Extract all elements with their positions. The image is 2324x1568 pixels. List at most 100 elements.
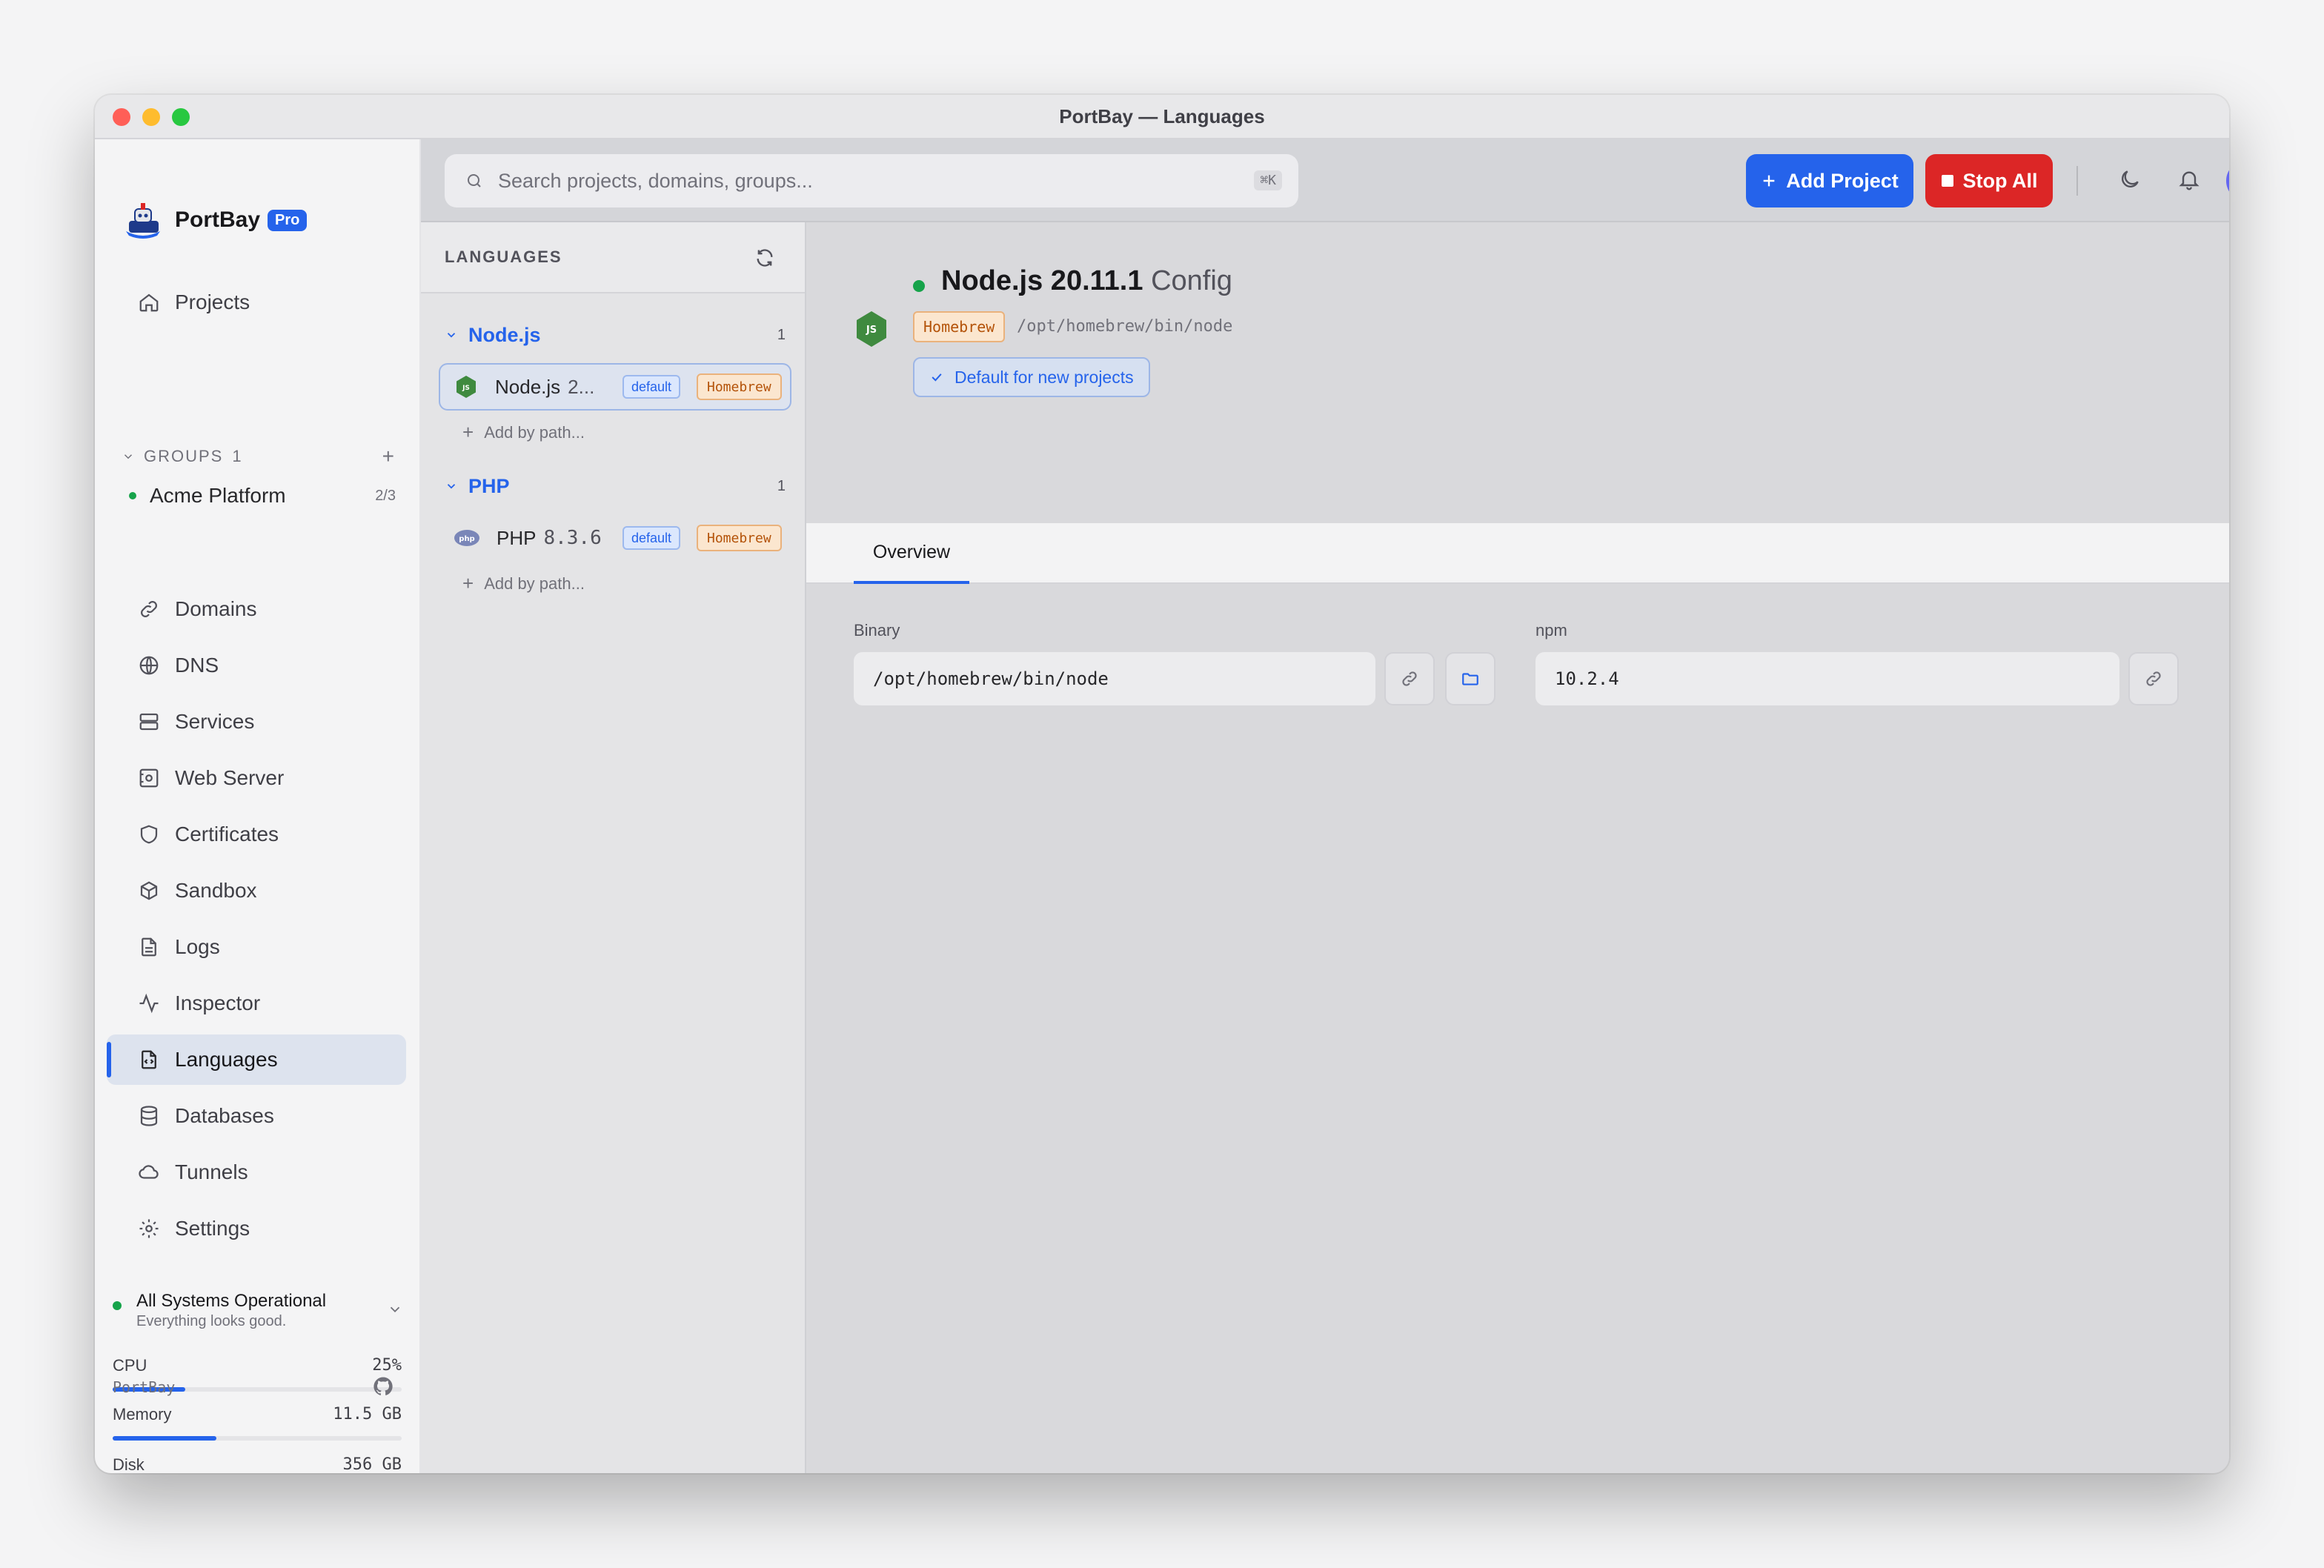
chevron-down-icon bbox=[447, 484, 456, 489]
language-item-nodejs[interactable]: JS Node.js 2... default Homebrew bbox=[439, 363, 791, 411]
plus-icon bbox=[1761, 173, 1777, 189]
languages-panel-header: LANGUAGES bbox=[421, 222, 805, 293]
nav-inspector[interactable]: Inspector bbox=[107, 978, 406, 1029]
file-text-icon bbox=[136, 934, 162, 960]
nav-services-label: Services bbox=[175, 710, 255, 733]
nav-sandbox-label: Sandbox bbox=[175, 879, 257, 902]
link-icon bbox=[136, 597, 162, 622]
tab-overview[interactable]: Overview bbox=[854, 523, 969, 584]
language-group-php[interactable]: PHP 1 bbox=[445, 471, 786, 501]
language-group-nodejs[interactable]: Node.js 1 bbox=[445, 320, 786, 350]
binary-label: Binary bbox=[854, 621, 900, 640]
bell-icon[interactable] bbox=[2177, 167, 2201, 191]
add-group-button[interactable]: + bbox=[382, 445, 396, 468]
nav-logs[interactable]: Logs bbox=[107, 922, 406, 972]
nodejs-icon: JS bbox=[456, 376, 476, 398]
nav-languages-label: Languages bbox=[175, 1048, 278, 1071]
disk-meter: Disk 356 GB bbox=[113, 1455, 402, 1473]
nav-settings[interactable]: Settings bbox=[107, 1203, 406, 1254]
default-for-new-projects-label: Default for new projects bbox=[954, 367, 1134, 387]
nav-tunnels-label: Tunnels bbox=[175, 1160, 248, 1183]
refresh-icon[interactable] bbox=[754, 248, 775, 268]
toolbar-divider bbox=[2076, 166, 2078, 196]
nav-services[interactable]: Services bbox=[107, 697, 406, 747]
chevron-down-icon bbox=[447, 333, 456, 338]
memory-meter: Memory 11.5 GB bbox=[113, 1405, 402, 1441]
language-group-name: PHP bbox=[468, 474, 510, 497]
portbay-logo-icon bbox=[126, 203, 160, 239]
check-icon bbox=[929, 370, 944, 385]
status-title: All Systems Operational bbox=[136, 1291, 327, 1311]
svg-text:php: php bbox=[459, 535, 474, 543]
pro-badge: Pro bbox=[268, 209, 308, 231]
detail-title-suffix: Config bbox=[1151, 265, 1232, 296]
nodejs-icon: JS bbox=[857, 311, 886, 347]
nav-dns[interactable]: DNS bbox=[107, 640, 406, 691]
file-code-icon bbox=[136, 1047, 162, 1072]
nav-languages[interactable]: Languages bbox=[107, 1034, 406, 1085]
default-tag: default bbox=[622, 375, 681, 399]
nav-certificates-label: Certificates bbox=[175, 823, 279, 846]
shortcut-hint: ⌘K bbox=[1254, 170, 1282, 190]
language-item-name: PHP bbox=[497, 526, 537, 549]
plus-icon: + bbox=[462, 572, 474, 594]
link-icon bbox=[2146, 671, 2161, 686]
search-input[interactable]: Search projects, domains, groups... ⌘K bbox=[445, 154, 1298, 207]
nav-tunnels[interactable]: Tunnels bbox=[107, 1147, 406, 1197]
add-by-path-nodejs[interactable]: + Add by path... bbox=[462, 421, 585, 444]
language-item-version: 2... bbox=[568, 375, 595, 398]
detail-pane: Node.js 20.11.1 Config JS Homebrew /opt/… bbox=[806, 222, 2229, 1473]
languages-panel-title: LANGUAGES bbox=[445, 248, 562, 266]
titlebar: PortBay — Languages bbox=[95, 95, 2229, 139]
box-icon bbox=[136, 878, 162, 903]
memory-track bbox=[113, 1436, 402, 1441]
npm-label: npm bbox=[1536, 621, 1567, 640]
cpu-value: 25% bbox=[372, 1356, 402, 1375]
language-item-name: Node.js bbox=[495, 375, 561, 398]
folder-icon bbox=[1462, 673, 1478, 685]
nav-certificates[interactable]: Certificates bbox=[107, 809, 406, 860]
system-status[interactable]: All Systems Operational Everything looks… bbox=[113, 1291, 409, 1330]
add-by-path-label: Add by path... bbox=[484, 422, 585, 442]
group-item[interactable]: Acme Platform 2/3 bbox=[122, 477, 396, 514]
github-icon[interactable] bbox=[372, 1375, 394, 1398]
nav-inspector-label: Inspector bbox=[175, 991, 261, 1014]
nav-domains[interactable]: Domains bbox=[107, 584, 406, 634]
group-name: Acme Platform bbox=[150, 484, 286, 507]
language-group-name: Node.js bbox=[468, 323, 541, 346]
avatar[interactable]: P bbox=[2226, 160, 2229, 202]
app-window: PortBay — Languages PortBay Pro Projects bbox=[95, 95, 2229, 1473]
stop-all-button[interactable]: Stop All bbox=[1925, 154, 2053, 207]
add-project-button[interactable]: Add Project bbox=[1746, 154, 1913, 207]
language-item-php[interactable]: php PHP 8.3.6 default Homebrew bbox=[439, 514, 791, 562]
nav-logs-label: Logs bbox=[175, 935, 220, 958]
default-for-new-projects-badge[interactable]: Default for new projects bbox=[913, 357, 1150, 397]
brand-name: PortBay bbox=[175, 207, 261, 232]
npm-field[interactable]: 10.2.4 bbox=[1536, 652, 2119, 705]
detail-title: Node.js 20.11.1 Config bbox=[941, 265, 1232, 297]
topbar: Search projects, domains, groups... ⌘K A… bbox=[421, 139, 2229, 222]
webserver-icon bbox=[136, 765, 162, 791]
groups-header[interactable]: GROUPS 1 + bbox=[122, 443, 396, 470]
nav-projects[interactable]: Projects bbox=[107, 277, 406, 328]
nav-webserver-label: Web Server bbox=[175, 766, 285, 789]
nav-databases-label: Databases bbox=[175, 1104, 274, 1127]
search-placeholder: Search projects, domains, groups... bbox=[498, 169, 813, 192]
add-by-path-php[interactable]: + Add by path... bbox=[462, 572, 585, 595]
binary-field[interactable]: /opt/homebrew/bin/node bbox=[854, 652, 1375, 705]
nav-settings-label: Settings bbox=[175, 1217, 250, 1240]
languages-panel: LANGUAGES Node.js 1 JS Node.js 2... defa… bbox=[421, 222, 806, 1473]
moon-icon[interactable] bbox=[2118, 167, 2142, 191]
nav-databases[interactable]: Databases bbox=[107, 1091, 406, 1141]
chevron-down-icon[interactable] bbox=[387, 1301, 403, 1318]
open-link-button[interactable] bbox=[1384, 652, 1435, 705]
reveal-in-folder-button[interactable] bbox=[1445, 652, 1495, 705]
nav-domains-label: Domains bbox=[175, 597, 257, 620]
brand[interactable]: PortBay Pro bbox=[122, 199, 308, 242]
nav-webserver[interactable]: Web Server bbox=[107, 753, 406, 803]
detail-title-name: Node.js 20.11.1 bbox=[941, 265, 1143, 296]
sidebar: PortBay Pro Projects GROUPS 1 + Acme Pla… bbox=[95, 139, 421, 1473]
nav-sandbox[interactable]: Sandbox bbox=[107, 866, 406, 916]
open-npm-link-button[interactable] bbox=[2128, 652, 2179, 705]
php-icon: php bbox=[454, 530, 479, 546]
